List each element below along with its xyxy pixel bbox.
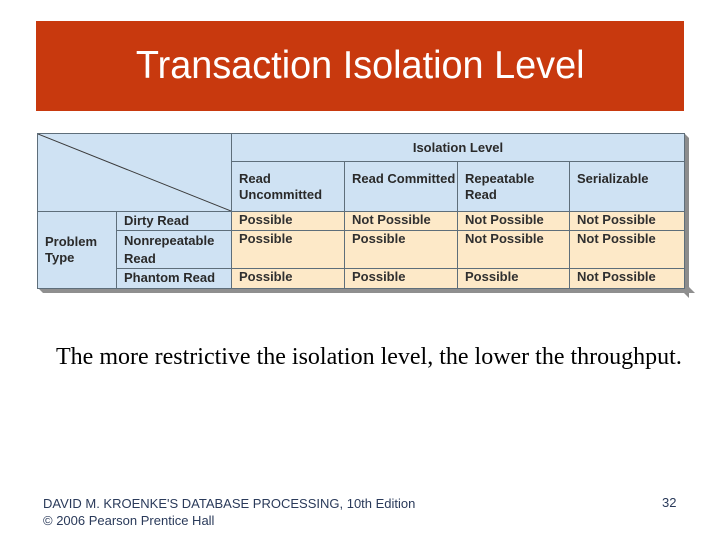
table-cell: Not Possible [344, 211, 458, 231]
table-cell: Possible [231, 268, 345, 289]
table-cell: Not Possible [569, 230, 685, 269]
table-cell: Possible [231, 211, 345, 231]
table-cell: Not Possible [457, 230, 570, 269]
table-cell: Not Possible [457, 211, 570, 231]
isolation-table: Isolation Level Read Uncommitted Read Co… [37, 133, 685, 289]
problem-type-label: Problem Type [37, 211, 117, 289]
row-label: Dirty Read [116, 211, 232, 231]
slide-title: Transaction Isolation Level [135, 44, 585, 87]
isolation-level-header: Isolation Level [231, 133, 685, 162]
body-text: The more restrictive the isolation level… [56, 344, 682, 370]
column-header: Read Uncommitted [231, 161, 345, 212]
table-cell: Possible [344, 268, 458, 289]
table-cell: Not Possible [569, 211, 685, 231]
diagonal-line [38, 134, 231, 211]
table-row: Problem Type Dirty Read Possible Not Pos… [37, 211, 685, 289]
table-cell: Possible [344, 230, 458, 269]
footer-copyright: © 2006 Pearson Prentice Hall [43, 513, 215, 528]
page-number: 32 [662, 495, 677, 510]
footer: DAVID M. KROENKE'S DATABASE PROCESSING, … [43, 495, 415, 529]
footer-book-title: DAVID M. KROENKE'S DATABASE PROCESSING, … [43, 496, 416, 511]
isolation-level-table: Isolation Level Read Uncommitted Read Co… [37, 133, 695, 298]
corner-diagonal-cell [37, 133, 232, 212]
column-header: Read Committed [344, 161, 458, 212]
title-banner: Transaction Isolation Level [36, 21, 684, 111]
row-label: Phantom Read [116, 268, 232, 289]
table-row: Phantom Read Possible Possible Possible … [38, 268, 685, 289]
column-header: Repeatable Read [457, 161, 570, 212]
table-cell: Not Possible [569, 268, 685, 289]
table-row: Nonrepeatable Read Possible Possible Not… [38, 230, 685, 269]
table-cell: Possible [457, 268, 570, 289]
column-header: Serializable [569, 161, 685, 212]
row-label: Nonrepeatable Read [116, 230, 232, 269]
table-cell: Possible [231, 230, 345, 269]
